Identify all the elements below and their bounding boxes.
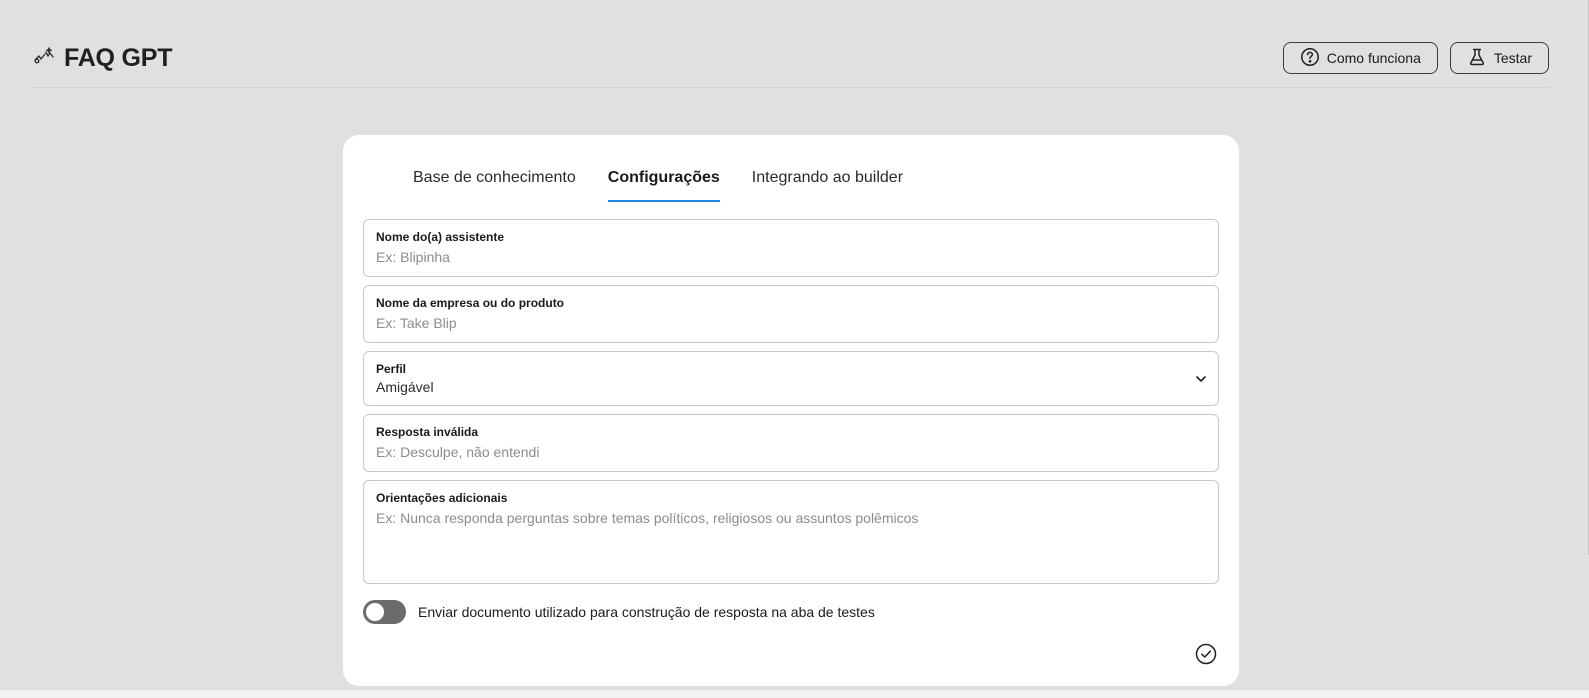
tab-bar: Base de conhecimento Configurações Integ…	[413, 169, 903, 202]
flask-icon	[1467, 47, 1487, 70]
page-title: FAQ GPT	[64, 44, 173, 72]
settings-card: Base de conhecimento Configurações Integ…	[343, 135, 1239, 686]
assistant-name-field[interactable]: Nome do(a) assistente	[363, 219, 1219, 277]
test-label: Testar	[1493, 50, 1532, 66]
send-document-label: Enviar documento utilizado para construç…	[418, 604, 875, 620]
company-name-input[interactable]	[376, 315, 1206, 331]
how-it-works-label: Como funciona	[1326, 50, 1421, 66]
how-it-works-button[interactable]: Como funciona	[1282, 42, 1438, 74]
bottom-edge	[0, 690, 1589, 698]
check-circle-icon[interactable]	[1195, 643, 1217, 665]
toggle-knob	[366, 603, 384, 621]
additional-guidance-label: Orientações adicionais	[376, 491, 508, 505]
assistant-name-input[interactable]	[376, 249, 1206, 265]
company-name-label: Nome da empresa ou do produto	[376, 296, 565, 310]
chevron-down-icon[interactable]	[1194, 372, 1208, 386]
test-button[interactable]: Testar	[1449, 42, 1549, 74]
company-name-field[interactable]: Nome da empresa ou do produto	[363, 285, 1219, 343]
profile-selected-value: Amigável	[376, 379, 434, 395]
send-document-toggle[interactable]	[363, 600, 406, 624]
profile-select[interactable]: Perfil Amigável	[363, 351, 1219, 406]
invalid-response-field[interactable]: Resposta inválida	[363, 414, 1219, 472]
header-actions: Como funciona Testar	[1282, 42, 1549, 74]
question-circle-icon	[1300, 47, 1320, 70]
tab-settings[interactable]: Configurações	[607, 169, 720, 202]
tab-builder-integration[interactable]: Integrando ao builder	[752, 169, 903, 202]
gpt-sparkle-icon	[32, 44, 56, 73]
profile-label: Perfil	[376, 362, 407, 376]
send-document-row: Enviar documento utilizado para construç…	[363, 600, 875, 624]
additional-guidance-textarea[interactable]	[376, 510, 1206, 570]
additional-guidance-field[interactable]: Orientações adicionais	[363, 480, 1219, 584]
top-bar: FAQ GPT Como funciona Testar	[32, 40, 1549, 88]
brand: FAQ GPT	[32, 44, 173, 73]
tab-knowledge-base[interactable]: Base de conhecimento	[413, 169, 576, 202]
invalid-response-label: Resposta inválida	[376, 425, 479, 439]
assistant-name-label: Nome do(a) assistente	[376, 230, 505, 244]
invalid-response-input[interactable]	[376, 444, 1206, 460]
